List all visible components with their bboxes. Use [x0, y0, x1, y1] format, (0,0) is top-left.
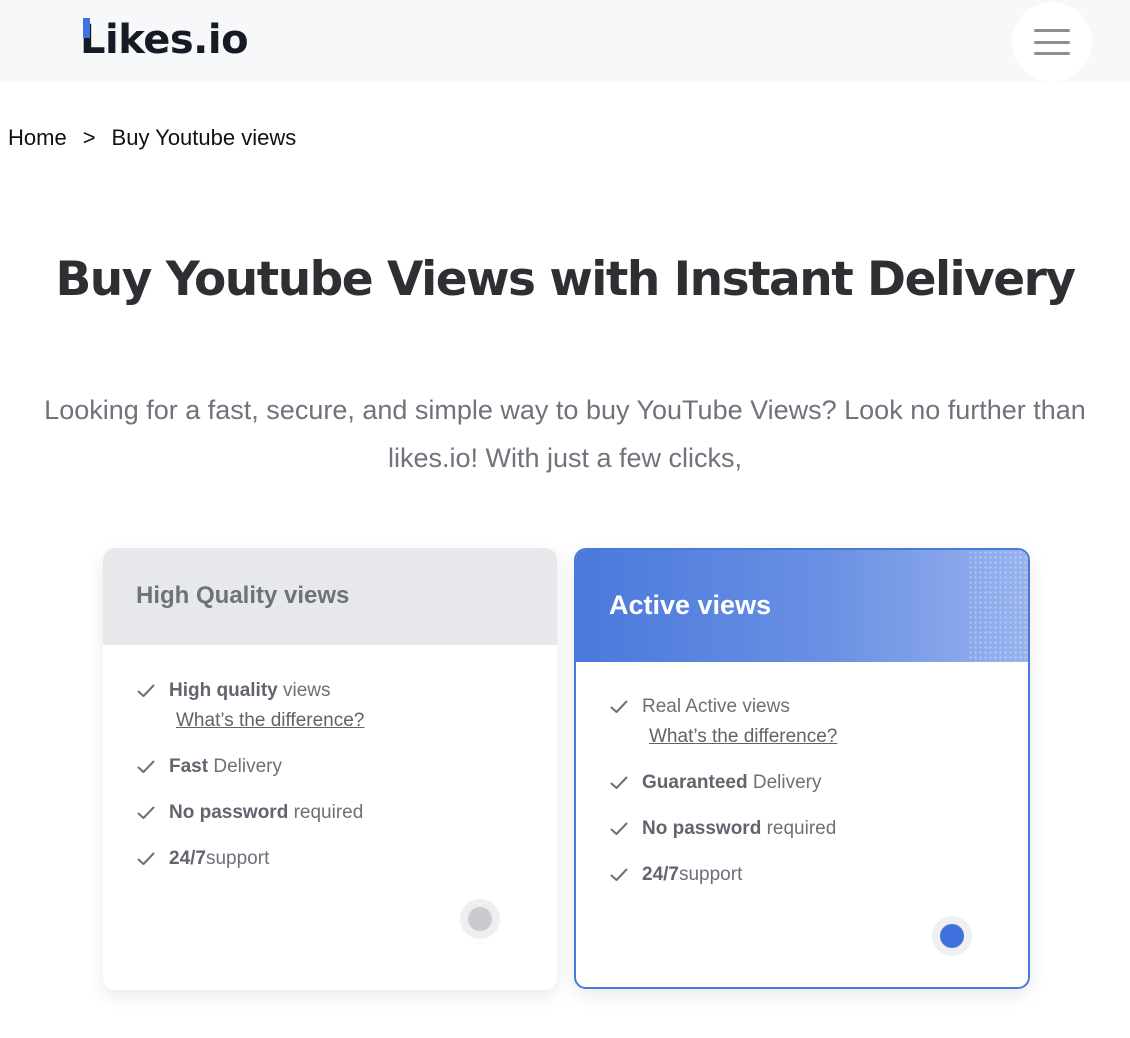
hamburger-menu-button[interactable]	[1012, 2, 1092, 82]
logo-text: Likes.io	[80, 17, 249, 63]
difference-link[interactable]: What’s the difference?	[649, 726, 837, 748]
feature-item: Fast Delivery	[135, 756, 364, 802]
feature-item: No password required	[608, 818, 837, 864]
check-icon	[137, 760, 155, 773]
breadcrumb-home-link[interactable]: Home	[8, 125, 67, 150]
feature-text: support	[678, 864, 743, 885]
card-header: High Quality views	[103, 548, 557, 645]
feature-bold: No password	[169, 802, 289, 823]
breadcrumb-separator: >	[82, 125, 96, 150]
feature-item: Real Active views What’s the difference?	[608, 696, 837, 772]
plan-card-active[interactable]: Active views Real Active views What’s th…	[574, 548, 1030, 989]
menu-icon	[1034, 29, 1070, 32]
logo-accent	[83, 18, 90, 38]
check-icon	[137, 806, 155, 819]
difference-link[interactable]: What’s the difference?	[176, 710, 364, 732]
feature-text: required	[761, 818, 837, 839]
feature-bold: High quality	[169, 680, 278, 701]
feature-text: support	[205, 848, 270, 869]
radio-dot	[468, 907, 492, 931]
check-icon	[610, 868, 628, 881]
feature-bold: Fast	[169, 756, 209, 777]
menu-icon-bar	[1034, 52, 1070, 55]
feature-text: Real Active views	[642, 696, 790, 717]
feature-text: required	[288, 802, 364, 823]
feature-bold: Guaranteed	[642, 772, 748, 793]
feature-bold: 24/7	[642, 864, 679, 885]
plan-radio-selected[interactable]	[932, 916, 972, 956]
feature-list: Real Active views What’s the difference?…	[608, 696, 837, 910]
card-title: High Quality views	[136, 582, 350, 609]
card-title: Active views	[609, 590, 772, 620]
site-header: Likes.io	[0, 0, 1130, 82]
plan-radio-unselected[interactable]	[460, 899, 500, 939]
feature-item: No password required	[135, 802, 364, 848]
check-icon	[610, 822, 628, 835]
feature-text: Delivery	[747, 772, 822, 793]
feature-list: High quality views What’s the difference…	[135, 680, 364, 894]
feature-item: 24/7support	[135, 848, 364, 894]
breadcrumb: Home > Buy Youtube views	[8, 125, 296, 151]
intro-text: Looking for a fast, secure, and simple w…	[44, 395, 1086, 473]
check-icon	[137, 852, 155, 865]
feature-text: Delivery	[208, 756, 282, 777]
menu-icon-bar	[1034, 40, 1070, 44]
card-header: Active views	[576, 550, 1028, 662]
check-icon	[610, 700, 628, 713]
check-icon	[610, 776, 628, 789]
feature-text: views	[277, 680, 331, 701]
feature-item: 24/7support	[608, 864, 837, 910]
feature-bold: No password	[642, 818, 762, 839]
feature-item: High quality views What’s the difference…	[135, 680, 364, 756]
page-title: Buy Youtube Views with Instant Delivery	[55, 252, 1076, 307]
logo[interactable]: Likes.io	[80, 14, 249, 66]
check-icon	[137, 684, 155, 697]
feature-bold: 24/7	[169, 848, 206, 869]
feature-item: Guaranteed Delivery	[608, 772, 837, 818]
plan-card-high-quality[interactable]: High Quality views High quality views Wh…	[103, 548, 557, 990]
radio-dot	[940, 924, 964, 948]
breadcrumb-current: Buy Youtube views	[111, 125, 297, 150]
